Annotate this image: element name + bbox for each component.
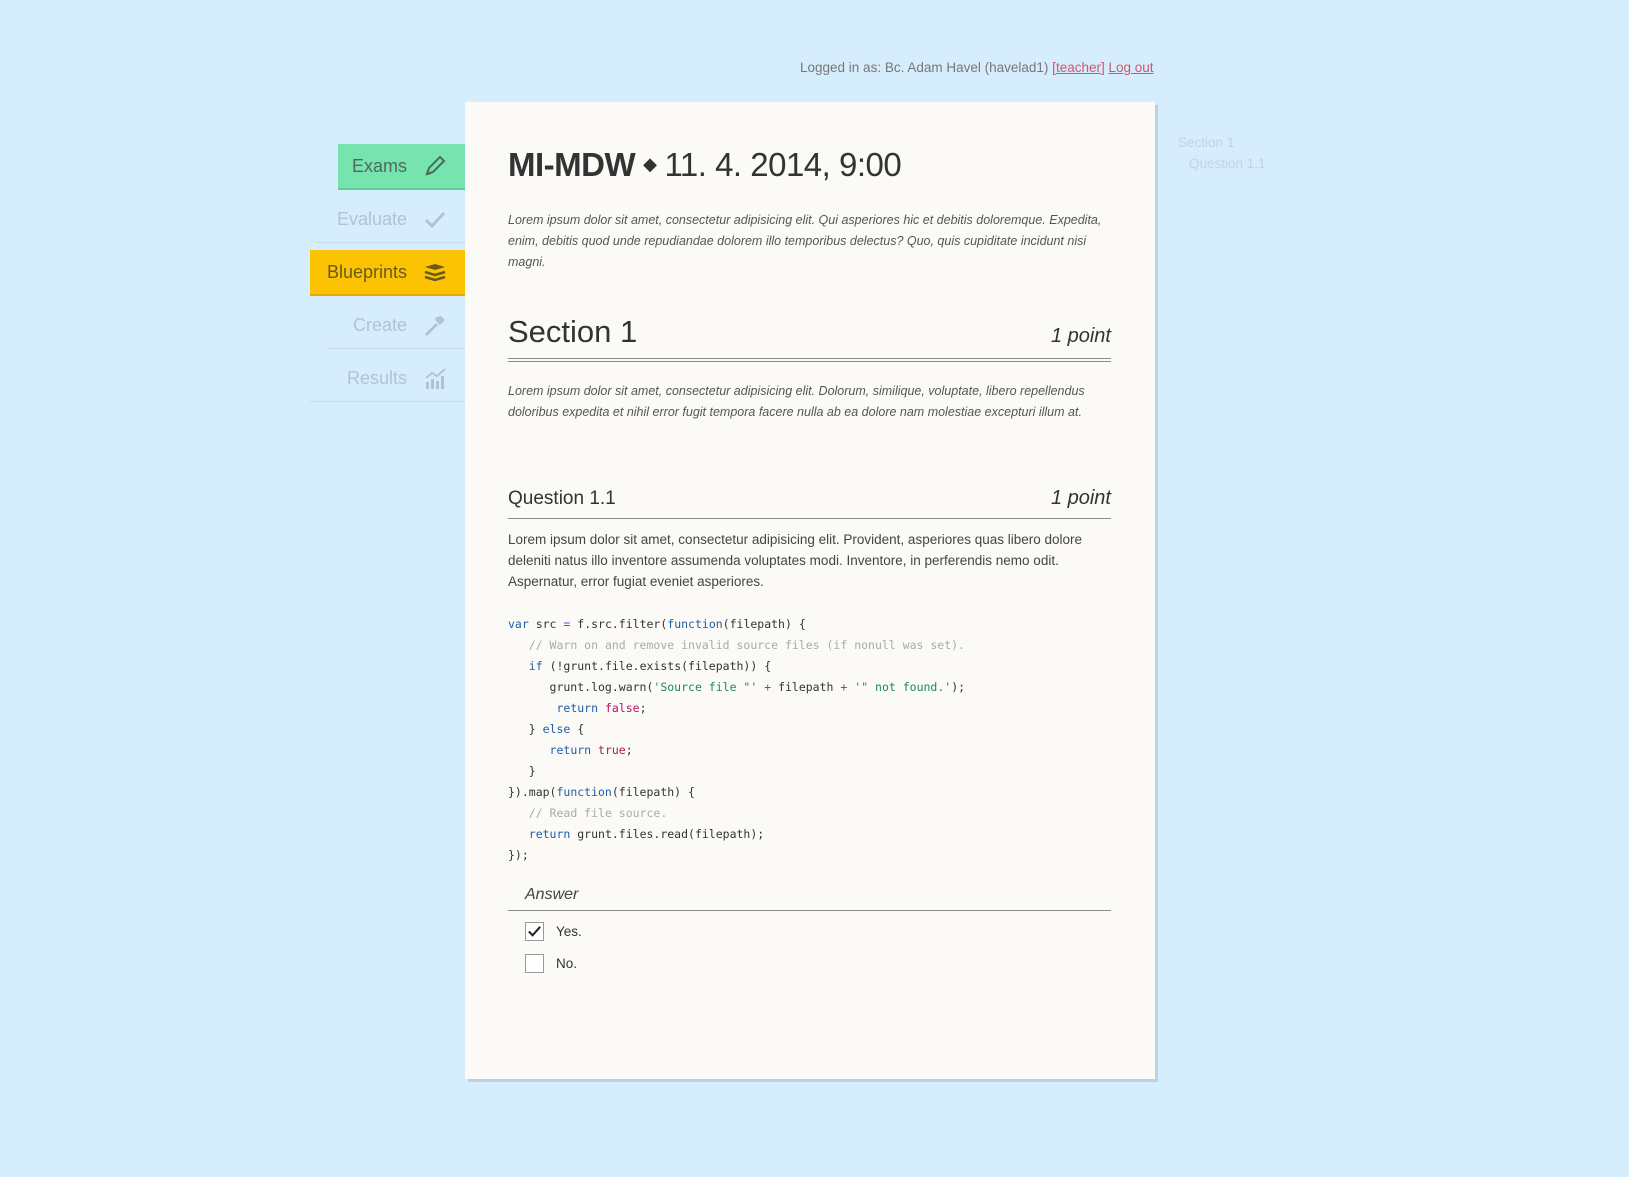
question-title: Question 1.1 <box>508 488 616 509</box>
answer-heading-label: Answer <box>525 886 579 903</box>
stack-icon <box>423 260 447 284</box>
nav-item-create[interactable]: Create <box>328 303 465 349</box>
side-navigation: Exams Evaluate Blueprints Create Results <box>310 144 465 409</box>
user-status-bar: Logged in as: Bc. Adam Havel (havelad1) … <box>800 60 1154 75</box>
nav-item-evaluate[interactable]: Evaluate <box>315 197 465 243</box>
answer-option-no[interactable]: No. <box>525 954 577 973</box>
answer-option-label: No. <box>556 956 578 971</box>
question-points: 1 point <box>1050 487 1111 509</box>
exam-paper: MI-MDW ◆ 11. 4. 2014, 9:00 Lorem ipsum dol… <box>465 102 1155 1079</box>
table-of-contents: Section 1 Question 1.1 <box>1178 132 1266 174</box>
section-title: Section 1 <box>508 314 638 349</box>
course-code: MI-MDW <box>508 146 636 183</box>
answer-heading: Answer <box>508 886 1111 911</box>
pencil-icon <box>423 154 447 178</box>
exam-intro: Lorem ipsum dolor sit amet, consectetur … <box>508 213 1102 269</box>
question-text: Lorem ipsum dolor sit amet, consectetur … <box>508 532 1083 589</box>
hammer-icon <box>423 314 447 338</box>
logged-in-text: Logged in as: Bc. Adam Havel (havelad1) <box>800 60 1049 75</box>
page-title: MI-MDW ◆ 11. 4. 2014, 9:00 <box>508 146 902 183</box>
check-icon <box>423 208 447 232</box>
checkmark-icon <box>528 926 541 937</box>
checkbox-checked[interactable] <box>525 922 544 941</box>
checkbox-unchecked[interactable] <box>525 954 544 973</box>
toc-question-link[interactable]: Question 1.1 <box>1178 153 1266 174</box>
role-link[interactable]: teacher <box>1056 60 1101 75</box>
nav-item-results[interactable]: Results <box>310 356 465 402</box>
nav-label-evaluate: Evaluate <box>336 209 407 229</box>
nav-label-exams: Exams <box>351 155 407 176</box>
nav-label-blueprints: Blueprints <box>326 261 407 282</box>
nav-label-results: Results <box>346 368 407 388</box>
section-points: 1 point <box>1050 325 1111 347</box>
nav-item-exams[interactable]: Exams <box>338 144 465 190</box>
chart-icon <box>423 367 447 391</box>
section-header: Section 1 1 point <box>508 308 1111 362</box>
logout-link[interactable]: Log out <box>1109 60 1154 75</box>
toc-section-link[interactable]: Section 1 <box>1178 132 1266 153</box>
section-description: Lorem ipsum dolor sit amet, consectetur … <box>508 384 1085 419</box>
code-block: var src = f.src.filter(function(filepath… <box>508 617 966 862</box>
nav-item-blueprints[interactable]: Blueprints <box>310 250 465 296</box>
answer-option-yes[interactable]: Yes. <box>525 922 582 941</box>
nav-label-create: Create <box>352 315 407 335</box>
answer-option-label: Yes. <box>556 924 582 939</box>
exam-datetime: 11. 4. 2014, 9:00 <box>664 146 902 183</box>
question-header: Question 1.1 1 point <box>508 478 1111 519</box>
